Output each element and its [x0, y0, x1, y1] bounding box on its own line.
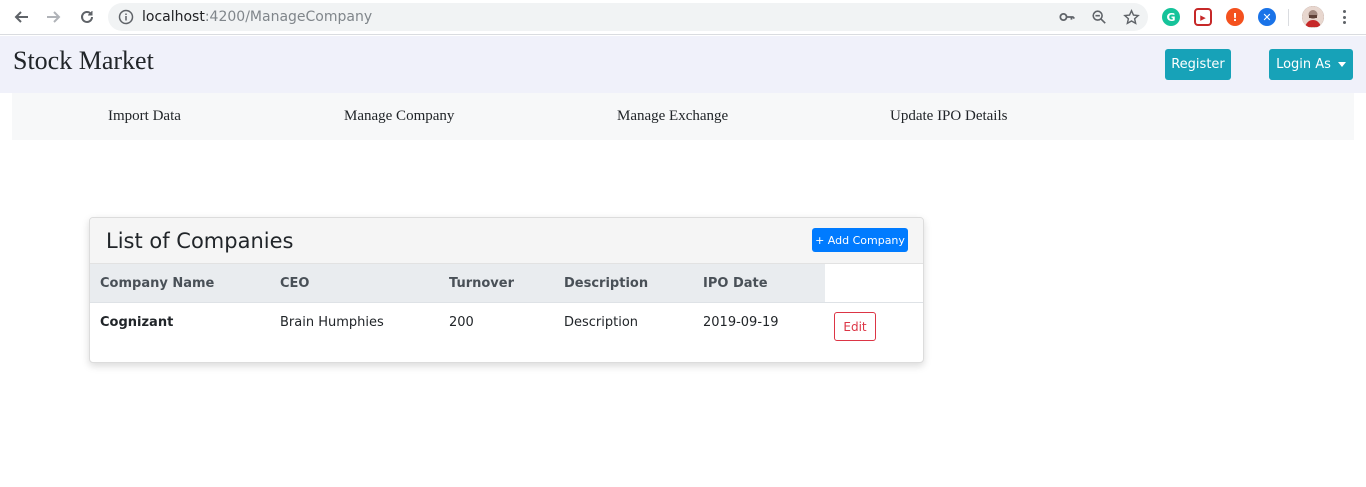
- card-title: List of Companies: [106, 229, 294, 253]
- zoom-icon[interactable]: [1090, 8, 1108, 26]
- cell-description: Description: [564, 315, 639, 330]
- cell-turnover: 200: [449, 315, 474, 330]
- nav-import-data[interactable]: Import Data: [108, 108, 181, 125]
- login-as-dropdown-button[interactable]: Login As: [1269, 49, 1353, 80]
- red-media-extension-icon[interactable]: ▸: [1194, 8, 1212, 26]
- back-arrow-icon[interactable]: [10, 6, 32, 28]
- key-icon[interactable]: [1058, 8, 1076, 26]
- brand-title[interactable]: Stock Market: [13, 46, 154, 76]
- column-header-description: Description: [564, 276, 649, 291]
- caret-down-icon: [1337, 62, 1346, 67]
- register-button[interactable]: Register: [1165, 49, 1231, 80]
- edit-button[interactable]: Edit: [834, 312, 876, 341]
- companies-card: List of Companies + Add Company Company …: [89, 217, 924, 363]
- nav-manage-exchange[interactable]: Manage Exchange: [617, 108, 728, 125]
- toolbar-divider: [1288, 9, 1289, 26]
- grammarly-extension-icon[interactable]: G: [1162, 8, 1180, 26]
- url-text: localhost:4200/ManageCompany: [142, 9, 372, 25]
- column-header-company-name: Company Name: [100, 276, 215, 291]
- column-header-turnover: Turnover: [449, 276, 514, 291]
- info-icon[interactable]: [118, 9, 134, 25]
- browser-menu-icon[interactable]: [1336, 8, 1352, 26]
- column-header-ipo-date: IPO Date: [703, 276, 768, 291]
- cell-ceo: Brain Humphies: [280, 315, 384, 330]
- cell-ipo-date: 2019-09-19: [703, 315, 779, 330]
- nav-update-ipo-details[interactable]: Update IPO Details: [890, 108, 1007, 125]
- star-icon[interactable]: [1122, 8, 1140, 26]
- url-host: localhost: [142, 9, 205, 25]
- reload-icon[interactable]: [76, 6, 98, 28]
- browser-toolbar: localhost:4200/ManageCompany G ▸ ! ✕: [0, 0, 1366, 35]
- orange-alert-extension-icon[interactable]: !: [1226, 8, 1244, 26]
- blue-extension-icon[interactable]: ✕: [1258, 8, 1276, 26]
- table-divider: [90, 302, 923, 303]
- forward-arrow-icon[interactable]: [43, 6, 65, 28]
- add-company-button[interactable]: + Add Company: [812, 228, 908, 252]
- card-header: List of Companies + Add Company: [90, 218, 923, 264]
- nav-manage-company[interactable]: Manage Company: [344, 108, 454, 125]
- column-header-ceo: CEO: [280, 276, 310, 291]
- table-header: Company Name CEO Turnover Description IP…: [90, 264, 825, 302]
- app-header: Stock Market Register Login As: [0, 36, 1366, 93]
- sub-navigation: Import Data Manage Company Manage Exchan…: [12, 93, 1354, 140]
- login-as-label: Login As: [1276, 57, 1331, 72]
- url-path: :4200/ManageCompany: [204, 9, 373, 25]
- cell-company-name: Cognizant: [100, 315, 174, 330]
- avatar[interactable]: [1302, 6, 1324, 28]
- address-bar[interactable]: localhost:4200/ManageCompany: [108, 3, 1148, 31]
